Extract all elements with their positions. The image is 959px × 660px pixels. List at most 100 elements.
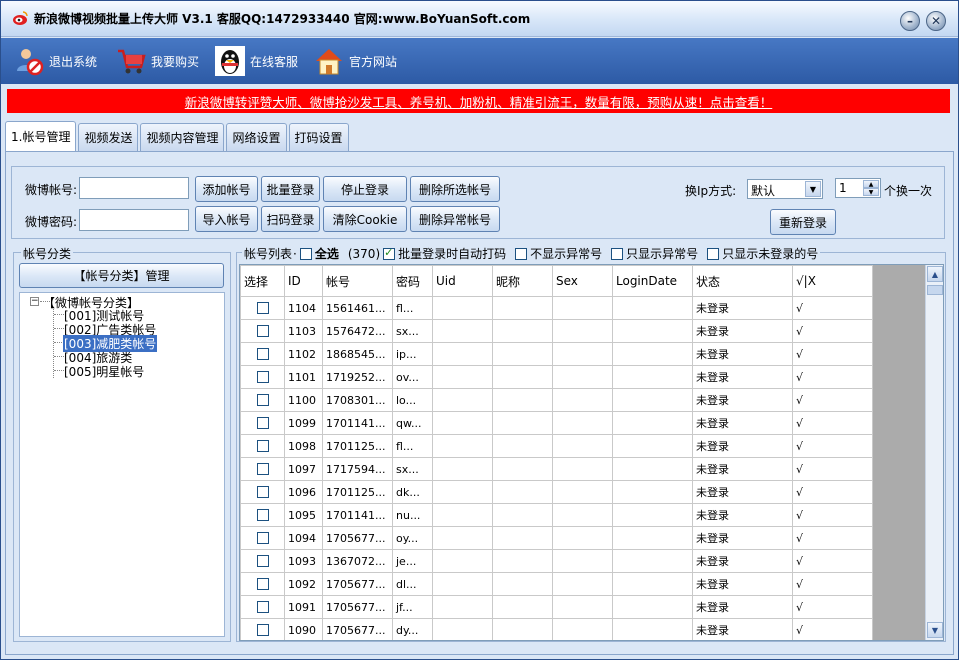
row-select-cell[interactable] bbox=[240, 595, 285, 619]
table-row[interactable]: 1096 1701125... dk... 未登录 √ bbox=[240, 480, 873, 504]
row-checkbox[interactable] bbox=[256, 347, 269, 360]
col-header-status[interactable]: 状态 bbox=[692, 265, 793, 297]
table-row[interactable]: 1095 1701141... nu... 未登录 √ bbox=[240, 503, 873, 527]
logout-button[interactable]: 退出系统 bbox=[13, 44, 97, 78]
row-select-cell[interactable] bbox=[240, 549, 285, 573]
qr-login-button[interactable]: 扫码登录 bbox=[261, 206, 320, 232]
cell-sex bbox=[552, 526, 613, 550]
col-header-password[interactable]: 密码 bbox=[392, 265, 433, 297]
col-header-nickname[interactable]: 昵称 bbox=[492, 265, 553, 297]
table-row[interactable]: 1103 1576472... sx... 未登录 √ bbox=[240, 319, 873, 343]
collapse-toggle[interactable]: − bbox=[30, 297, 39, 306]
add-account-button[interactable]: 添加帐号 bbox=[195, 176, 258, 202]
table-row[interactable]: 1101 1719252... ov... 未登录 √ bbox=[240, 365, 873, 389]
table-row[interactable]: 1098 1701125... fl... 未登录 √ bbox=[240, 434, 873, 458]
table-row[interactable]: 1091 1705677... jf... 未登录 √ bbox=[240, 595, 873, 619]
row-checkbox[interactable] bbox=[256, 485, 269, 498]
buy-button[interactable]: 我要购买 bbox=[115, 44, 199, 78]
stop-login-button[interactable]: 停止登录 bbox=[323, 176, 407, 202]
row-checkbox[interactable] bbox=[256, 462, 269, 475]
col-header-sex[interactable]: Sex bbox=[552, 265, 613, 297]
row-checkbox[interactable] bbox=[256, 439, 269, 452]
col-header-account[interactable]: 帐号 bbox=[322, 265, 393, 297]
row-select-cell[interactable] bbox=[240, 365, 285, 389]
row-checkbox[interactable] bbox=[256, 301, 269, 314]
tree-node-celebrity-accounts[interactable]: [005]明星帐号 bbox=[64, 363, 144, 380]
col-header-id[interactable]: ID bbox=[284, 265, 323, 297]
scroll-up-icon[interactable]: ▲ bbox=[927, 266, 943, 282]
table-row[interactable]: 1090 1705677... dy... 未登录 √ bbox=[240, 618, 873, 640]
table-row[interactable]: 1092 1705677... dl... 未登录 √ bbox=[240, 572, 873, 596]
row-select-cell[interactable] bbox=[240, 411, 285, 435]
ip-method-select[interactable]: 默认 ▼ bbox=[747, 179, 823, 199]
tab-video-send[interactable]: 视频发送 bbox=[78, 123, 139, 151]
grid-scrollbar[interactable]: ▲ ▼ bbox=[925, 265, 943, 640]
row-checkbox[interactable] bbox=[256, 416, 269, 429]
row-checkbox[interactable] bbox=[256, 554, 269, 567]
promo-banner-link[interactable]: 新浪微博转评赞大师、微博抢沙发工具、养号机、加粉机、精准引流王，数量有限，预购从… bbox=[7, 89, 950, 113]
row-select-cell[interactable] bbox=[240, 296, 285, 320]
delete-abnormal-button[interactable]: 删除异常帐号 bbox=[410, 206, 500, 232]
row-checkbox[interactable] bbox=[256, 623, 269, 636]
category-manage-button[interactable]: 【帐号分类】管理 bbox=[19, 263, 224, 288]
table-row[interactable]: 1102 1868545... ip... 未登录 √ bbox=[240, 342, 873, 366]
tab-network-settings[interactable]: 网络设置 bbox=[226, 123, 287, 151]
only-not-logged-checkbox[interactable] bbox=[707, 247, 720, 260]
minimize-button[interactable]: – bbox=[900, 11, 920, 31]
auto-captcha-checkbox[interactable] bbox=[383, 246, 396, 260]
website-button[interactable]: 官方网站 bbox=[313, 44, 397, 78]
scroll-down-icon[interactable]: ▼ bbox=[927, 622, 943, 638]
cell-id: 1095 bbox=[284, 503, 323, 527]
row-checkbox[interactable] bbox=[256, 393, 269, 406]
row-checkbox[interactable] bbox=[256, 531, 269, 544]
row-select-cell[interactable] bbox=[240, 503, 285, 527]
row-checkbox[interactable] bbox=[256, 577, 269, 590]
spin-down-icon[interactable]: ▼ bbox=[863, 188, 879, 196]
col-header-select[interactable]: 选择 bbox=[240, 265, 285, 297]
delete-selected-button[interactable]: 删除所选帐号 bbox=[410, 176, 500, 202]
cell-uid bbox=[432, 296, 493, 320]
cell-status: 未登录 bbox=[692, 618, 793, 640]
scroll-thumb[interactable] bbox=[927, 285, 943, 295]
import-account-button[interactable]: 导入帐号 bbox=[195, 206, 258, 232]
row-select-cell[interactable] bbox=[240, 319, 285, 343]
cell-password: fl... bbox=[392, 434, 433, 458]
support-button[interactable]: 在线客服 bbox=[214, 44, 298, 78]
table-row[interactable]: 1094 1705677... oy... 未登录 √ bbox=[240, 526, 873, 550]
close-button[interactable]: ✕ bbox=[926, 11, 946, 31]
cell-password: oy... bbox=[392, 526, 433, 550]
row-checkbox[interactable] bbox=[256, 370, 269, 383]
relogin-button[interactable]: 重新登录 bbox=[770, 209, 836, 235]
table-row[interactable]: 1100 1708301... lo... 未登录 √ bbox=[240, 388, 873, 412]
row-checkbox[interactable] bbox=[256, 324, 269, 337]
batch-login-button[interactable]: 批量登录 bbox=[261, 176, 320, 202]
tab-account-management[interactable]: 1.帐号管理 bbox=[5, 121, 77, 151]
row-select-cell[interactable] bbox=[240, 342, 285, 366]
row-select-cell[interactable] bbox=[240, 480, 285, 504]
col-header-check[interactable]: √|X bbox=[792, 265, 873, 297]
row-checkbox[interactable] bbox=[256, 508, 269, 521]
account-input[interactable] bbox=[79, 177, 189, 199]
table-row[interactable]: 1099 1701141... qw... 未登录 √ bbox=[240, 411, 873, 435]
col-header-uid[interactable]: Uid bbox=[432, 265, 493, 297]
clear-cookie-button[interactable]: 清除Cookie bbox=[323, 206, 407, 232]
only-abnormal-checkbox[interactable] bbox=[611, 247, 624, 260]
spin-up-icon[interactable]: ▲ bbox=[863, 180, 879, 188]
table-row[interactable]: 1097 1717594... sx... 未登录 √ bbox=[240, 457, 873, 481]
select-all-checkbox[interactable] bbox=[299, 247, 312, 260]
tab-video-content[interactable]: 视频内容管理 bbox=[140, 123, 225, 151]
table-row[interactable]: 1093 1367072... je... 未登录 √ bbox=[240, 549, 873, 573]
table-row[interactable]: 1104 1561461... fl... 未登录 √ bbox=[240, 296, 873, 320]
row-checkbox[interactable] bbox=[256, 600, 269, 613]
row-select-cell[interactable] bbox=[240, 526, 285, 550]
row-select-cell[interactable] bbox=[240, 434, 285, 458]
row-select-cell[interactable] bbox=[240, 388, 285, 412]
tab-captcha-settings[interactable]: 打码设置 bbox=[288, 123, 349, 151]
row-select-cell[interactable] bbox=[240, 618, 285, 640]
switch-count-spinner[interactable]: 1 ▲ ▼ bbox=[835, 178, 881, 198]
hide-abnormal-checkbox[interactable] bbox=[515, 247, 528, 260]
row-select-cell[interactable] bbox=[240, 572, 285, 596]
row-select-cell[interactable] bbox=[240, 457, 285, 481]
password-input[interactable] bbox=[79, 209, 189, 231]
col-header-logindate[interactable]: LoginDate bbox=[612, 265, 693, 297]
